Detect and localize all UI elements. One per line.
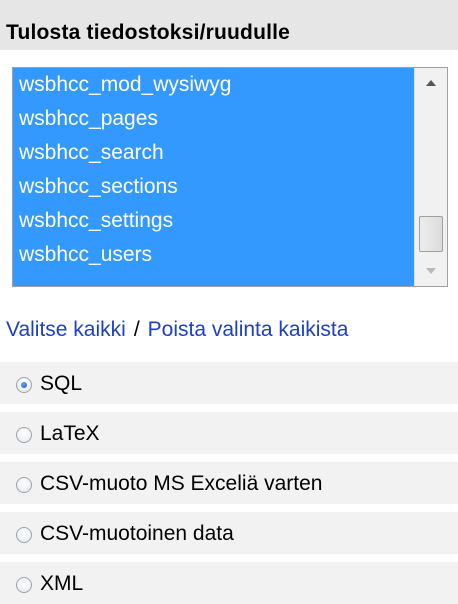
arrow-up-icon <box>426 80 436 86</box>
table-list-item[interactable]: wsbhcc_sections <box>13 170 413 204</box>
format-label: XML <box>40 572 84 595</box>
radio-button[interactable] <box>16 527 32 543</box>
radio-button[interactable] <box>16 477 32 493</box>
format-label: CSV-muotoinen data <box>40 522 234 545</box>
format-option-csv-excel[interactable]: CSV-muoto MS Exceliä varten <box>0 462 458 504</box>
format-option-csv[interactable]: CSV-muotoinen data <box>0 512 458 554</box>
format-option-xml[interactable]: XML <box>0 562 458 604</box>
table-list-item[interactable]: wsbhcc_users <box>13 238 413 272</box>
export-panel: Tulosta tiedostoksi/ruudulle wsbhcc_mod_… <box>0 0 458 604</box>
scroll-down-arrow[interactable] <box>415 256 447 286</box>
arrow-down-icon <box>426 268 436 274</box>
table-list-item[interactable]: wsbhcc_pages <box>13 102 413 136</box>
listbox-scrollbar[interactable] <box>414 68 447 286</box>
select-all-link[interactable]: Valitse kaikki <box>6 318 126 341</box>
format-option-sql[interactable]: SQL <box>0 362 458 404</box>
radio-button[interactable] <box>16 427 32 443</box>
table-list-item[interactable]: wsbhcc_mod_wysiwyg <box>13 68 413 102</box>
link-separator: / <box>133 318 140 341</box>
format-option-latex[interactable]: LaTeX <box>0 412 458 454</box>
format-label: CSV-muoto MS Exceliä varten <box>40 472 323 495</box>
deselect-all-link[interactable]: Poista valinta kaikista <box>148 318 349 341</box>
table-listbox[interactable]: wsbhcc_mod_wysiwyg wsbhcc_pages wsbhcc_s… <box>12 67 448 287</box>
table-list-item[interactable]: wsbhcc_settings <box>13 204 413 238</box>
format-label: LaTeX <box>40 422 100 445</box>
scroll-up-arrow[interactable] <box>415 68 447 98</box>
panel-title: Tulosta tiedostoksi/ruudulle <box>6 21 291 44</box>
table-list-items: wsbhcc_mod_wysiwyg wsbhcc_pages wsbhcc_s… <box>13 68 413 272</box>
panel-header: Tulosta tiedostoksi/ruudulle <box>0 0 458 50</box>
table-list-item[interactable]: wsbhcc_search <box>13 136 413 170</box>
scrollbar-thumb[interactable] <box>419 216 443 252</box>
radio-button[interactable] <box>16 377 32 393</box>
radio-button[interactable] <box>16 577 32 593</box>
format-label: SQL <box>40 372 83 395</box>
selection-links: Valitse kaikki / Poista valinta kaikista <box>6 317 348 343</box>
